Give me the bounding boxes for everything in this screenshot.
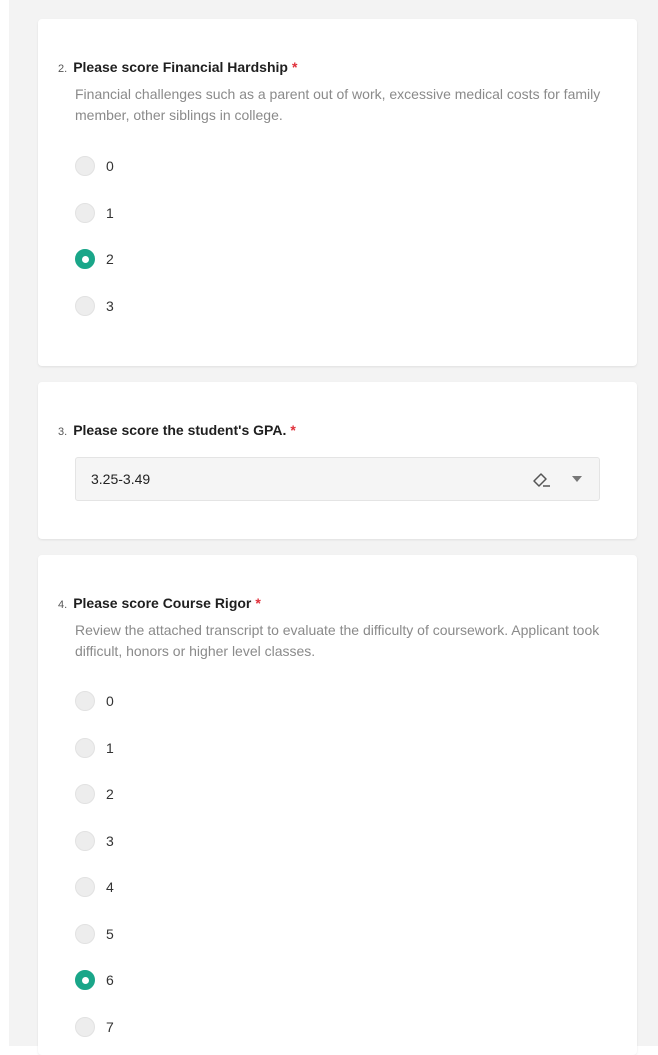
radio-button[interactable] (75, 156, 95, 176)
radio-option-2[interactable]: 2 (75, 782, 114, 806)
radio-button[interactable] (75, 296, 95, 316)
radio-option-1[interactable]: 1 (75, 736, 114, 760)
radio-button[interactable] (75, 691, 95, 711)
chevron-down-icon[interactable] (571, 473, 583, 485)
question-number: 2. (58, 63, 68, 75)
radio-dot-icon (81, 255, 89, 263)
radio-option-7[interactable]: 7 (75, 1015, 114, 1039)
question-card-course-rigor: 4. Please score Course Rigor * Review th… (38, 555, 637, 1055)
question-card-gpa: 3. Please score the student's GPA. * 3.2… (38, 382, 637, 539)
radio-option-6[interactable]: 6 (75, 968, 114, 992)
radio-option-1[interactable]: 1 (75, 201, 114, 225)
radio-dot-icon (81, 976, 89, 984)
radio-button[interactable] (75, 831, 95, 851)
radio-button[interactable] (75, 738, 95, 758)
question-title: Please score Course Rigor (73, 595, 252, 611)
question-header: 4. Please score Course Rigor * (58, 595, 261, 611)
radio-option-label: 7 (106, 1019, 114, 1035)
radio-option-label: 0 (106, 693, 114, 709)
radio-option-2[interactable]: 2 (75, 247, 114, 271)
radio-button[interactable] (75, 1017, 95, 1037)
question-card-financial-hardship: 2. Please score Financial Hardship * Fin… (38, 19, 637, 366)
radio-option-0[interactable]: 0 (75, 689, 114, 713)
question-description: Financial challenges such as a parent ou… (75, 86, 601, 123)
eraser-icon[interactable] (529, 467, 553, 491)
radio-option-label: 6 (106, 972, 114, 988)
question-title: Please score the student's GPA. (73, 422, 287, 438)
question-number: 3. (58, 426, 68, 438)
question-header: 2. Please score Financial Hardship * (58, 59, 297, 75)
required-marker: * (255, 595, 261, 611)
question-title: Please score Financial Hardship (73, 59, 288, 75)
radio-option-label: 2 (106, 251, 114, 267)
radio-option-label: 4 (106, 879, 114, 895)
radio-option-3[interactable]: 3 (75, 294, 114, 318)
radio-option-5[interactable]: 5 (75, 922, 114, 946)
radio-option-3[interactable]: 3 (75, 829, 114, 853)
radio-option-0[interactable]: 0 (75, 154, 114, 178)
radio-option-4[interactable]: 4 (75, 875, 114, 899)
radio-button[interactable] (75, 924, 95, 944)
radio-option-label: 5 (106, 926, 114, 942)
required-marker: * (290, 422, 296, 438)
radio-option-label: 2 (106, 786, 114, 802)
radio-button-selected[interactable] (75, 249, 95, 269)
radio-option-label: 0 (106, 158, 114, 174)
radio-button[interactable] (75, 784, 95, 804)
gpa-select[interactable]: 3.25-3.49 (75, 457, 600, 501)
radio-option-label: 3 (106, 298, 114, 314)
required-marker: * (291, 59, 298, 75)
radio-button[interactable] (75, 203, 95, 223)
question-description: Review the attached transcript to evalua… (75, 622, 600, 659)
question-header: 3. Please score the student's GPA. * (58, 422, 296, 438)
radio-button[interactable] (75, 877, 95, 897)
radio-button-selected[interactable] (75, 970, 95, 990)
radio-option-label: 3 (106, 833, 114, 849)
radio-option-label: 1 (106, 205, 114, 221)
form-canvas: 2. Please score Financial Hardship * Fin… (9, 0, 658, 1055)
question-number: 4. (58, 599, 68, 611)
radio-option-label: 1 (106, 740, 114, 756)
select-value: 3.25-3.49 (91, 471, 151, 487)
